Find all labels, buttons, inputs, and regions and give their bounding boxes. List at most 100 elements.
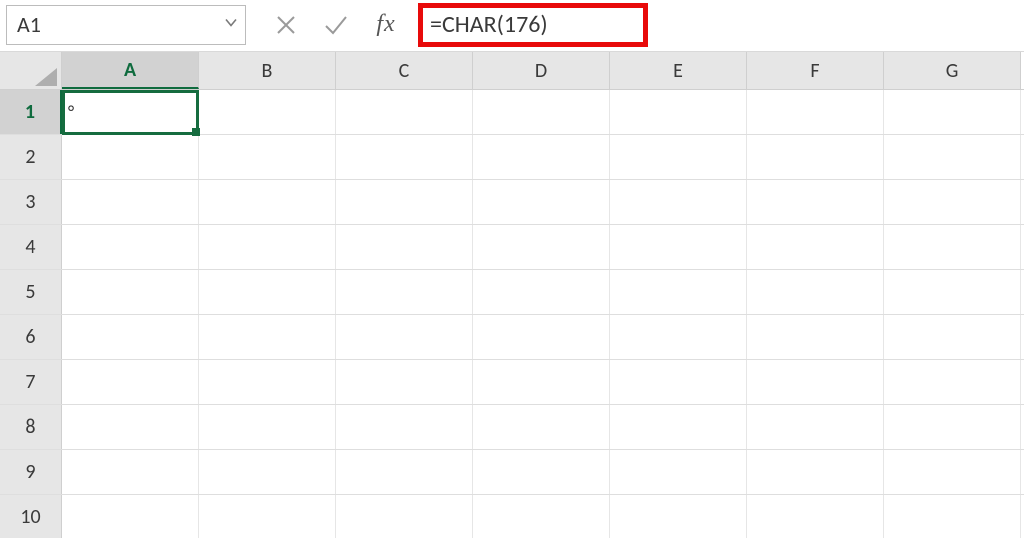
formula-bar-controls: fx xyxy=(264,11,400,39)
row-header-7[interactable]: 7 xyxy=(0,360,62,404)
column-header-G[interactable]: G xyxy=(884,52,1021,89)
cell-B7[interactable] xyxy=(199,360,336,404)
cell-C9[interactable] xyxy=(336,450,473,494)
cell-C4[interactable] xyxy=(336,225,473,269)
cell-E5[interactable] xyxy=(610,270,747,314)
cell-D2[interactable] xyxy=(473,135,610,179)
cell-G9[interactable] xyxy=(884,450,1021,494)
cell-E6[interactable] xyxy=(610,315,747,359)
cell-E1[interactable] xyxy=(610,90,747,134)
cell-D8[interactable] xyxy=(473,405,610,449)
cell-C7[interactable] xyxy=(336,360,473,404)
row-header-9[interactable]: 9 xyxy=(0,450,62,494)
column-header-D[interactable]: D xyxy=(473,52,610,89)
row-label: 4 xyxy=(25,235,35,259)
cell-F9[interactable] xyxy=(747,450,884,494)
cell-A10[interactable] xyxy=(62,495,199,538)
cell-D10[interactable] xyxy=(473,495,610,538)
cell-E3[interactable] xyxy=(610,180,747,224)
grid-row: 2 xyxy=(0,135,1024,180)
cell-C2[interactable] xyxy=(336,135,473,179)
column-header-E[interactable]: E xyxy=(610,52,747,89)
cell-G5[interactable] xyxy=(884,270,1021,314)
cell-F10[interactable] xyxy=(747,495,884,538)
cell-G4[interactable] xyxy=(884,225,1021,269)
cell-C6[interactable] xyxy=(336,315,473,359)
name-box[interactable]: A1 xyxy=(6,5,246,45)
cell-D6[interactable] xyxy=(473,315,610,359)
insert-function-button[interactable]: fx xyxy=(372,11,400,39)
cell-A6[interactable] xyxy=(62,315,199,359)
cell-G2[interactable] xyxy=(884,135,1021,179)
cell-A5[interactable] xyxy=(62,270,199,314)
cell-A9[interactable] xyxy=(62,450,199,494)
row-header-1[interactable]: 1 xyxy=(0,90,62,134)
cell-C8[interactable] xyxy=(336,405,473,449)
cell-G10[interactable] xyxy=(884,495,1021,538)
cell-G6[interactable] xyxy=(884,315,1021,359)
row-header-3[interactable]: 3 xyxy=(0,180,62,224)
cell-B5[interactable] xyxy=(199,270,336,314)
cell-F5[interactable] xyxy=(747,270,884,314)
cell-D9[interactable] xyxy=(473,450,610,494)
cell-A2[interactable] xyxy=(62,135,199,179)
cell-F7[interactable] xyxy=(747,360,884,404)
cell-C5[interactable] xyxy=(336,270,473,314)
cell-F2[interactable] xyxy=(747,135,884,179)
col-label: A xyxy=(124,58,136,82)
cell-G1[interactable] xyxy=(884,90,1021,134)
cell-E2[interactable] xyxy=(610,135,747,179)
cell-C1[interactable] xyxy=(336,90,473,134)
cell-F3[interactable] xyxy=(747,180,884,224)
cell-C3[interactable] xyxy=(336,180,473,224)
cell-F4[interactable] xyxy=(747,225,884,269)
cell-A7[interactable] xyxy=(62,360,199,404)
cell-G3[interactable] xyxy=(884,180,1021,224)
cell-B8[interactable] xyxy=(199,405,336,449)
row-header-2[interactable]: 2 xyxy=(0,135,62,179)
cell-A3[interactable] xyxy=(62,180,199,224)
row-header-6[interactable]: 6 xyxy=(0,315,62,359)
cell-D7[interactable] xyxy=(473,360,610,404)
column-header-C[interactable]: C xyxy=(336,52,473,89)
cell-B1[interactable] xyxy=(199,90,336,134)
column-header-B[interactable]: B xyxy=(199,52,336,89)
cell-D5[interactable] xyxy=(473,270,610,314)
cell-F1[interactable] xyxy=(747,90,884,134)
cell-B2[interactable] xyxy=(199,135,336,179)
cell-B9[interactable] xyxy=(199,450,336,494)
cell-C10[interactable] xyxy=(336,495,473,538)
cell-E7[interactable] xyxy=(610,360,747,404)
cancel-icon[interactable] xyxy=(272,11,300,39)
cell-B6[interactable] xyxy=(199,315,336,359)
cell-G8[interactable] xyxy=(884,405,1021,449)
row-header-8[interactable]: 8 xyxy=(0,405,62,449)
cell-A4[interactable] xyxy=(62,225,199,269)
cell-E4[interactable] xyxy=(610,225,747,269)
cell-A8[interactable] xyxy=(62,405,199,449)
cell-E10[interactable] xyxy=(610,495,747,538)
row-header-10[interactable]: 10 xyxy=(0,495,62,538)
cell-B10[interactable] xyxy=(199,495,336,538)
row-label: 9 xyxy=(25,460,35,484)
grid-rows: 1 ° 2 3 xyxy=(0,90,1024,538)
cell-E9[interactable] xyxy=(610,450,747,494)
row-header-4[interactable]: 4 xyxy=(0,225,62,269)
cell-E8[interactable] xyxy=(610,405,747,449)
select-all-corner[interactable] xyxy=(0,52,62,89)
cell-D4[interactable] xyxy=(473,225,610,269)
cell-F6[interactable] xyxy=(747,315,884,359)
cell-B4[interactable] xyxy=(199,225,336,269)
cell-B3[interactable] xyxy=(199,180,336,224)
row-header-5[interactable]: 5 xyxy=(0,270,62,314)
formula-input[interactable]: =CHAR(176) xyxy=(418,5,1018,45)
cell-value: ° xyxy=(68,101,74,123)
cell-D1[interactable] xyxy=(473,90,610,134)
enter-icon[interactable] xyxy=(322,11,350,39)
cell-A1[interactable]: ° xyxy=(62,90,199,134)
cell-F8[interactable] xyxy=(747,405,884,449)
column-header-A[interactable]: A xyxy=(62,52,199,89)
column-header-F[interactable]: F xyxy=(747,52,884,89)
cell-D3[interactable] xyxy=(473,180,610,224)
cell-G7[interactable] xyxy=(884,360,1021,404)
